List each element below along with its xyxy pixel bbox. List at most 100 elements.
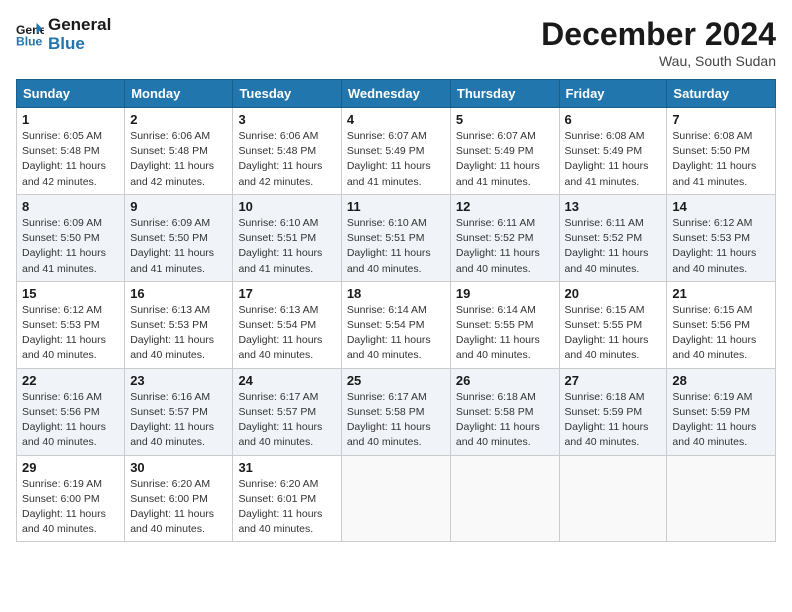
col-friday: Friday <box>559 80 667 108</box>
calendar-cell: 22 Sunrise: 6:16 AMSunset: 5:56 PMDayligh… <box>17 368 125 455</box>
calendar-cell: 12 Sunrise: 6:11 AMSunset: 5:52 PMDayligh… <box>450 194 559 281</box>
day-number: 9 <box>130 199 227 214</box>
day-info: Sunrise: 6:15 AMSunset: 5:55 PMDaylight:… <box>565 303 662 364</box>
calendar-cell: 29 Sunrise: 6:19 AMSunset: 6:00 PMDayligh… <box>17 455 125 542</box>
day-info: Sunrise: 6:19 AMSunset: 5:59 PMDaylight:… <box>672 390 770 451</box>
calendar-cell: 26 Sunrise: 6:18 AMSunset: 5:58 PMDayligh… <box>450 368 559 455</box>
col-monday: Monday <box>125 80 233 108</box>
day-number: 1 <box>22 112 119 127</box>
calendar-cell: 18 Sunrise: 6:14 AMSunset: 5:54 PMDayligh… <box>341 281 450 368</box>
day-number: 8 <box>22 199 119 214</box>
calendar-cell <box>341 455 450 542</box>
col-thursday: Thursday <box>450 80 559 108</box>
day-info: Sunrise: 6:15 AMSunset: 5:56 PMDaylight:… <box>672 303 770 364</box>
day-info: Sunrise: 6:05 AMSunset: 5:48 PMDaylight:… <box>22 129 119 190</box>
day-number: 23 <box>130 373 227 388</box>
day-number: 18 <box>347 286 445 301</box>
calendar-cell: 21 Sunrise: 6:15 AMSunset: 5:56 PMDayligh… <box>667 281 776 368</box>
calendar-cell: 1 Sunrise: 6:05 AMSunset: 5:48 PMDaylight… <box>17 108 125 195</box>
calendar-cell: 20 Sunrise: 6:15 AMSunset: 5:55 PMDayligh… <box>559 281 667 368</box>
day-number: 25 <box>347 373 445 388</box>
calendar-cell <box>450 455 559 542</box>
calendar-cell: 7Sunrise: 6:08 AMSunset: 5:50 PMDaylight… <box>667 108 776 195</box>
day-number: 5 <box>456 112 554 127</box>
calendar-week-row: 22 Sunrise: 6:16 AMSunset: 5:56 PMDayligh… <box>17 368 776 455</box>
title-block: December 2024 Wau, South Sudan <box>541 16 776 69</box>
logo-icon: General Blue <box>16 21 44 49</box>
day-info: Sunrise: 6:17 AMSunset: 5:57 PMDaylight:… <box>238 390 335 451</box>
col-sunday: Sunday <box>17 80 125 108</box>
day-info: Sunrise: 6:13 AMSunset: 5:54 PMDaylight:… <box>238 303 335 364</box>
svg-text:Blue: Blue <box>16 34 43 48</box>
day-info: Sunrise: 6:12 AMSunset: 5:53 PMDaylight:… <box>672 216 770 277</box>
day-number: 30 <box>130 460 227 475</box>
day-number: 31 <box>238 460 335 475</box>
day-info: Sunrise: 6:08 AMSunset: 5:50 PMDaylight:… <box>672 129 770 190</box>
logo: General Blue General Blue <box>16 16 111 53</box>
day-number: 2 <box>130 112 227 127</box>
calendar-cell <box>559 455 667 542</box>
day-info: Sunrise: 6:07 AMSunset: 5:49 PMDaylight:… <box>456 129 554 190</box>
logo-text-general: General <box>48 16 111 35</box>
day-info: Sunrise: 6:06 AMSunset: 5:48 PMDaylight:… <box>238 129 335 190</box>
calendar-cell: 3Sunrise: 6:06 AMSunset: 5:48 PMDaylight… <box>233 108 341 195</box>
day-info: Sunrise: 6:14 AMSunset: 5:54 PMDaylight:… <box>347 303 445 364</box>
day-number: 14 <box>672 199 770 214</box>
day-number: 24 <box>238 373 335 388</box>
day-number: 28 <box>672 373 770 388</box>
day-info: Sunrise: 6:12 AMSunset: 5:53 PMDaylight:… <box>22 303 119 364</box>
day-info: Sunrise: 6:08 AMSunset: 5:49 PMDaylight:… <box>565 129 662 190</box>
calendar-cell: 14 Sunrise: 6:12 AMSunset: 5:53 PMDayligh… <box>667 194 776 281</box>
calendar-cell: 27Sunrise: 6:18 AMSunset: 5:59 PMDayligh… <box>559 368 667 455</box>
day-number: 21 <box>672 286 770 301</box>
col-wednesday: Wednesday <box>341 80 450 108</box>
day-info: Sunrise: 6:18 AMSunset: 5:59 PMDaylight:… <box>565 390 662 451</box>
calendar-cell: 30Sunrise: 6:20 AMSunset: 6:00 PMDayligh… <box>125 455 233 542</box>
day-info: Sunrise: 6:11 AMSunset: 5:52 PMDaylight:… <box>565 216 662 277</box>
calendar-cell: 6 Sunrise: 6:08 AMSunset: 5:49 PMDaylight… <box>559 108 667 195</box>
day-number: 10 <box>238 199 335 214</box>
col-saturday: Saturday <box>667 80 776 108</box>
day-number: 13 <box>565 199 662 214</box>
day-info: Sunrise: 6:09 AMSunset: 5:50 PMDaylight:… <box>22 216 119 277</box>
page-header: General Blue General Blue December 2024 … <box>16 16 776 69</box>
day-number: 19 <box>456 286 554 301</box>
day-info: Sunrise: 6:20 AMSunset: 6:01 PMDaylight:… <box>238 477 335 538</box>
calendar-cell: 4 Sunrise: 6:07 AMSunset: 5:49 PMDaylight… <box>341 108 450 195</box>
day-number: 16 <box>130 286 227 301</box>
day-info: Sunrise: 6:07 AMSunset: 5:49 PMDaylight:… <box>347 129 445 190</box>
day-info: Sunrise: 6:09 AMSunset: 5:50 PMDaylight:… <box>130 216 227 277</box>
day-info: Sunrise: 6:17 AMSunset: 5:58 PMDaylight:… <box>347 390 445 451</box>
day-info: Sunrise: 6:14 AMSunset: 5:55 PMDaylight:… <box>456 303 554 364</box>
calendar-cell: 25 Sunrise: 6:17 AMSunset: 5:58 PMDayligh… <box>341 368 450 455</box>
calendar-cell: 2 Sunrise: 6:06 AMSunset: 5:48 PMDaylight… <box>125 108 233 195</box>
day-info: Sunrise: 6:10 AMSunset: 5:51 PMDaylight:… <box>347 216 445 277</box>
day-number: 6 <box>565 112 662 127</box>
day-info: Sunrise: 6:13 AMSunset: 5:53 PMDaylight:… <box>130 303 227 364</box>
day-info: Sunrise: 6:11 AMSunset: 5:52 PMDaylight:… <box>456 216 554 277</box>
day-info: Sunrise: 6:16 AMSunset: 5:56 PMDaylight:… <box>22 390 119 451</box>
day-info: Sunrise: 6:06 AMSunset: 5:48 PMDaylight:… <box>130 129 227 190</box>
calendar-cell: 17Sunrise: 6:13 AMSunset: 5:54 PMDayligh… <box>233 281 341 368</box>
calendar-header-row: Sunday Monday Tuesday Wednesday Thursday… <box>17 80 776 108</box>
day-number: 29 <box>22 460 119 475</box>
logo-text-blue: Blue <box>48 35 111 54</box>
calendar-cell: 10Sunrise: 6:10 AMSunset: 5:51 PMDayligh… <box>233 194 341 281</box>
day-number: 26 <box>456 373 554 388</box>
calendar-cell: 24 Sunrise: 6:17 AMSunset: 5:57 PMDayligh… <box>233 368 341 455</box>
day-number: 20 <box>565 286 662 301</box>
month-title: December 2024 <box>541 16 776 53</box>
day-number: 12 <box>456 199 554 214</box>
calendar-cell: 15 Sunrise: 6:12 AMSunset: 5:53 PMDayligh… <box>17 281 125 368</box>
day-info: Sunrise: 6:16 AMSunset: 5:57 PMDaylight:… <box>130 390 227 451</box>
day-info: Sunrise: 6:18 AMSunset: 5:58 PMDaylight:… <box>456 390 554 451</box>
day-number: 4 <box>347 112 445 127</box>
calendar-cell: 13 Sunrise: 6:11 AMSunset: 5:52 PMDayligh… <box>559 194 667 281</box>
day-info: Sunrise: 6:19 AMSunset: 6:00 PMDaylight:… <box>22 477 119 538</box>
calendar-cell <box>667 455 776 542</box>
calendar-cell: 9 Sunrise: 6:09 AMSunset: 5:50 PMDaylight… <box>125 194 233 281</box>
day-number: 22 <box>22 373 119 388</box>
day-number: 15 <box>22 286 119 301</box>
calendar-cell: 16 Sunrise: 6:13 AMSunset: 5:53 PMDayligh… <box>125 281 233 368</box>
calendar-cell: 8 Sunrise: 6:09 AMSunset: 5:50 PMDaylight… <box>17 194 125 281</box>
